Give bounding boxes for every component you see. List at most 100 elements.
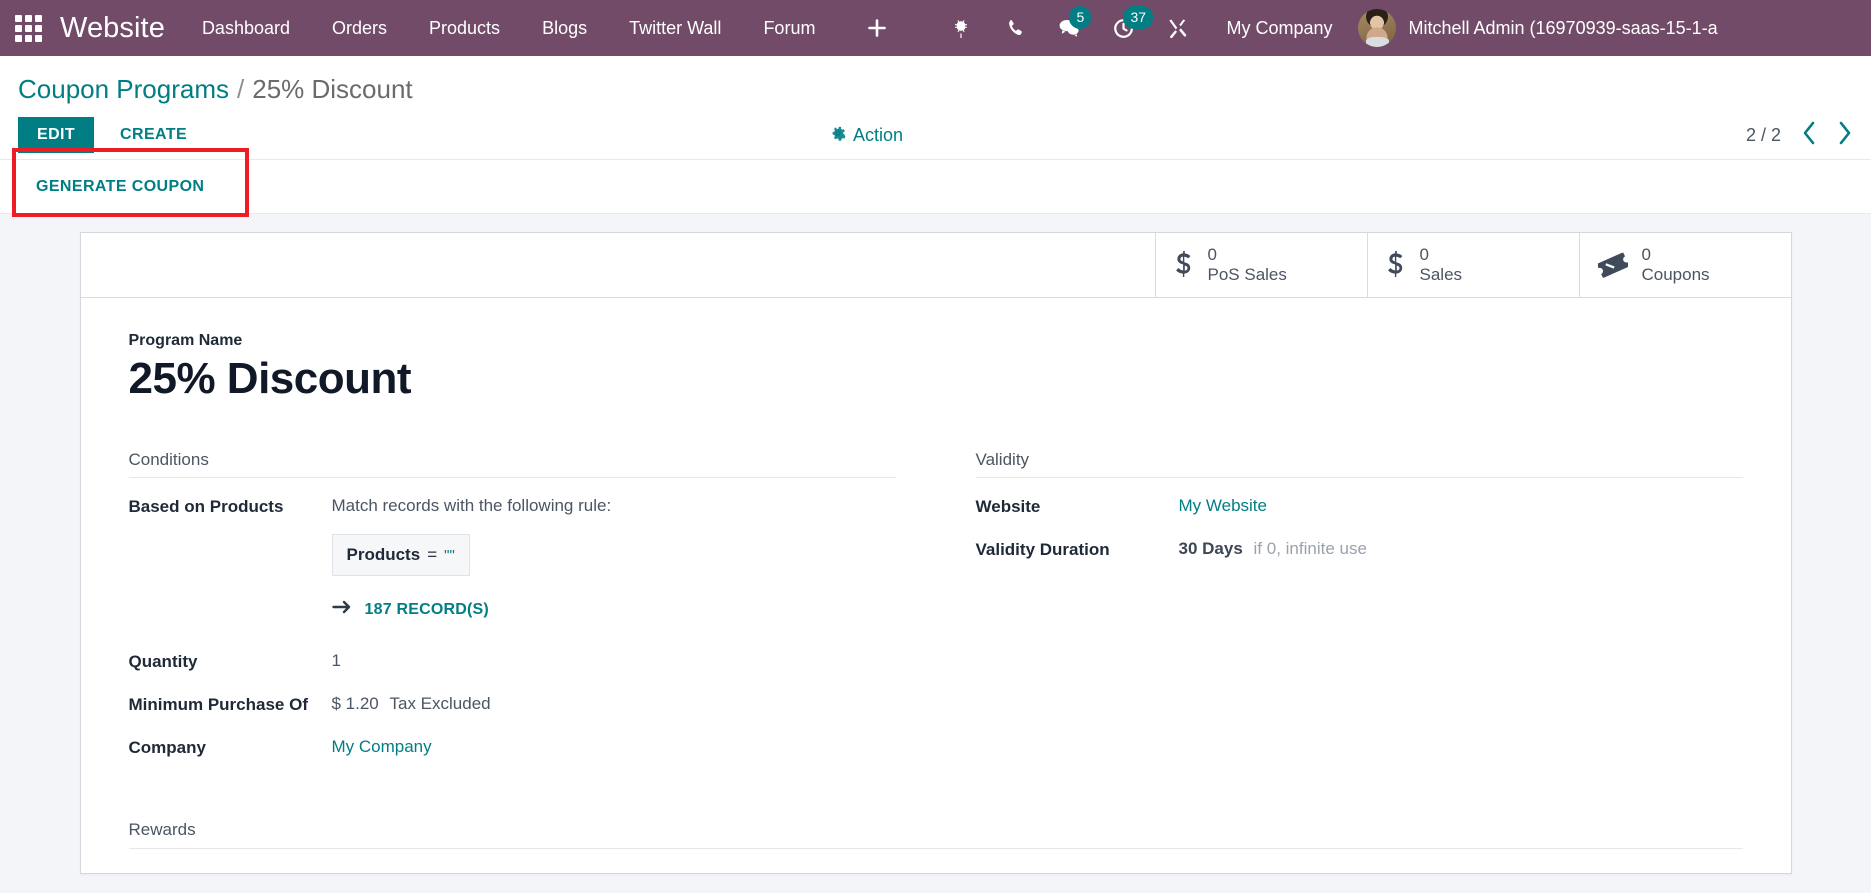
stat-label-pos-sales: PoS Sales xyxy=(1207,265,1287,284)
nav-item-twitter-wall[interactable]: Twitter Wall xyxy=(608,0,742,56)
nav-item-dashboard[interactable]: Dashboard xyxy=(181,0,311,56)
record-sheet: 0 PoS Sales 0 Sales 0 Coupons Program Na… xyxy=(79,232,1792,874)
stat-button-coupons[interactable]: 0 Coupons xyxy=(1578,233,1791,297)
app-brand-website[interactable]: Website xyxy=(56,12,181,45)
stat-button-text: 0 Coupons xyxy=(1642,245,1710,285)
field-value-minimum-purchase[interactable]: $ 1.20 Tax Excluded xyxy=(332,694,491,714)
breadcrumb-item-current: 25% Discount xyxy=(252,74,413,104)
group-title-validity: Validity xyxy=(975,450,1743,478)
nav-item-products[interactable]: Products xyxy=(408,0,521,56)
user-menu-button[interactable]: Mitchell Admin (16970939-saas-15-1-a xyxy=(1354,9,1718,47)
arrow-right-icon xyxy=(331,598,352,621)
tools-icon xyxy=(1166,17,1189,40)
field-label-based-on-products: Based on Products xyxy=(128,497,284,516)
breadcrumb-separator: / xyxy=(237,74,245,104)
object-button-strip: GENERATE COUPON xyxy=(0,148,1871,217)
top-navbar: Website Dashboard Orders Products Blogs … xyxy=(0,0,1871,56)
stat-value-sales: 0 xyxy=(1419,244,1429,264)
field-value-company[interactable]: My Company xyxy=(332,737,432,757)
generate-coupon-button[interactable]: GENERATE COUPON xyxy=(18,168,222,206)
nav-item-forum[interactable]: Forum xyxy=(742,0,836,56)
chevron-right-icon xyxy=(1839,121,1851,145)
control-panel: Coupon Programs / 25% Discount EDIT CREA… xyxy=(0,56,1871,160)
messaging-menu-button[interactable]: 5 xyxy=(1042,0,1096,56)
field-quantity: Quantity 1 xyxy=(129,651,896,672)
field-value-validity-duration[interactable]: 30 Days if 0, infinite use xyxy=(1179,539,1367,559)
program-name-value[interactable]: 25% Discount xyxy=(129,354,1743,404)
field-value-quantity[interactable]: 1 xyxy=(332,651,341,671)
activities-badge-count: 37 xyxy=(1123,6,1154,29)
domain-condition-chip[interactable]: Products = "" xyxy=(331,534,470,576)
company-switcher[interactable]: My Company xyxy=(1204,0,1354,56)
minimum-purchase-suffix: Tax Excluded xyxy=(389,694,491,713)
field-website: Website My Website xyxy=(976,496,1743,517)
stat-button-text: 0 PoS Sales xyxy=(1208,245,1287,285)
minimum-purchase-amount: $ 1.20 xyxy=(331,694,379,713)
ticket-icon xyxy=(1597,252,1628,278)
stat-button-text: 0 Sales xyxy=(1420,245,1463,285)
field-label-minimum-purchase: Minimum Purchase Of xyxy=(128,695,308,714)
nav-item-blogs[interactable]: Blogs xyxy=(521,0,608,56)
domain-editor: Match records with the following rule: P… xyxy=(331,496,612,621)
stat-value-pos-sales: 0 xyxy=(1207,244,1217,264)
stat-button-sales[interactable]: 0 Sales xyxy=(1366,233,1579,297)
bug-icon xyxy=(951,18,971,39)
field-based-on-products: Based on Products Match records with the… xyxy=(129,496,896,621)
program-name-label: Program Name xyxy=(128,332,243,349)
program-name-block: Program Name 25% Discount xyxy=(129,332,1743,404)
create-button[interactable]: CREATE xyxy=(104,117,203,153)
form-view-area: 0 PoS Sales 0 Sales 0 Coupons Program Na… xyxy=(0,214,1871,874)
dollar-icon xyxy=(1386,250,1406,280)
breadcrumb: Coupon Programs / 25% Discount xyxy=(18,56,1853,111)
stat-label-coupons: Coupons xyxy=(1641,265,1710,284)
control-panel-actions: EDIT CREATE Action 2 / 2 xyxy=(18,111,1853,159)
domain-intro-text: Match records with the following rule: xyxy=(331,496,612,515)
activities-menu-button[interactable]: 37 xyxy=(1096,0,1154,56)
nav-item-orders[interactable]: Orders xyxy=(311,0,408,56)
field-minimum-purchase: Minimum Purchase Of $ 1.20 Tax Excluded xyxy=(129,694,896,715)
field-label-company: Company xyxy=(128,738,206,757)
dollar-icon xyxy=(1174,250,1194,280)
field-company: Company My Company xyxy=(129,737,896,758)
domain-records-link[interactable]: 187 RECORD(S) xyxy=(331,598,612,621)
action-menu-button[interactable]: Action xyxy=(830,125,903,146)
group-title-rewards: Rewards xyxy=(128,820,1743,849)
gear-icon xyxy=(830,125,846,146)
pager-next-button[interactable] xyxy=(1837,120,1853,150)
user-menu-label: Mitchell Admin (16970939-saas-15-1-a xyxy=(1408,17,1718,38)
domain-operator: = xyxy=(427,545,438,564)
add-new-button[interactable] xyxy=(850,0,904,56)
messages-badge-count: 5 xyxy=(1069,6,1092,29)
breadcrumb-item-coupon-programs[interactable]: Coupon Programs xyxy=(18,74,229,105)
sheet-body: Program Name 25% Discount Conditions Bas… xyxy=(81,298,1791,873)
chevron-left-icon xyxy=(1803,121,1815,145)
pager: 2 / 2 xyxy=(1746,120,1853,150)
edit-button[interactable]: EDIT xyxy=(18,117,95,153)
domain-field-name: Products xyxy=(346,545,421,564)
apps-menu-button[interactable] xyxy=(0,0,56,56)
action-menu-label: Action xyxy=(853,124,904,145)
stat-button-pos-sales[interactable]: 0 PoS Sales xyxy=(1154,233,1367,297)
form-groups: Conditions Based on Products Match recor… xyxy=(128,450,1743,780)
domain-value: "" xyxy=(444,547,455,564)
systray: 5 37 xyxy=(934,0,1204,56)
stat-label-sales: Sales xyxy=(1419,265,1463,284)
website-editor-tools-button[interactable] xyxy=(1150,0,1204,56)
validity-duration-value: 30 Days xyxy=(1178,539,1243,558)
plus-icon xyxy=(866,17,888,39)
avatar xyxy=(1358,9,1397,47)
field-label-validity-duration: Validity Duration xyxy=(975,540,1110,559)
debug-menu-button[interactable] xyxy=(934,0,988,56)
voip-phone-button[interactable] xyxy=(988,0,1042,56)
field-value-website[interactable]: My Website xyxy=(1179,496,1268,516)
stat-value-coupons: 0 xyxy=(1641,244,1651,264)
apps-grid-icon xyxy=(14,14,42,42)
group-title-conditions: Conditions xyxy=(128,450,896,478)
group-conditions: Conditions Based on Products Match recor… xyxy=(128,450,896,780)
group-validity: Validity Website My Website Validity Dur… xyxy=(975,450,1743,780)
field-label-quantity: Quantity xyxy=(128,652,198,671)
validity-duration-hint: if 0, infinite use xyxy=(1253,539,1367,558)
pager-previous-button[interactable] xyxy=(1801,120,1817,150)
field-label-website: Website xyxy=(975,497,1041,516)
stat-button-box: 0 PoS Sales 0 Sales 0 Coupons xyxy=(80,233,1791,298)
